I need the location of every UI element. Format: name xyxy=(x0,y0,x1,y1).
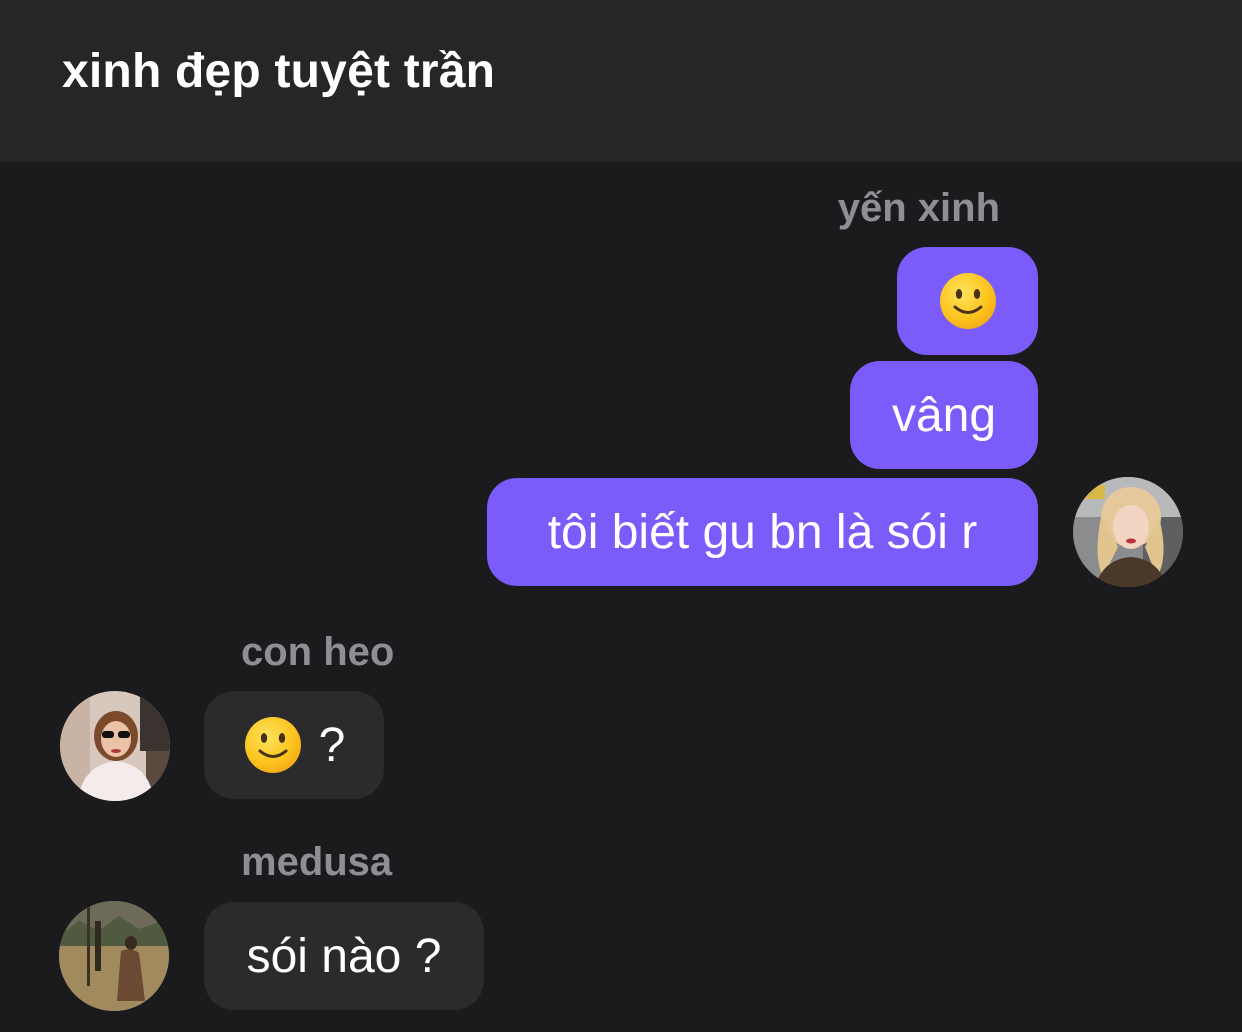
sender-name-medusa: medusa xyxy=(241,840,393,884)
message-bubble[interactable]: vâng xyxy=(850,361,1038,469)
message-bubble[interactable] xyxy=(897,247,1038,355)
chat-header: xinh đẹp tuyệt trần xyxy=(0,0,1242,162)
slightly-smiling-face-emoji xyxy=(243,715,303,775)
avatar-medusa[interactable] xyxy=(59,901,169,1011)
avatar-con-heo[interactable] xyxy=(60,691,170,801)
message-bubble[interactable]: ? xyxy=(204,691,384,799)
message-bubble[interactable]: sói nào ? xyxy=(204,902,484,1010)
slightly-smiling-face-emoji xyxy=(938,271,998,331)
message-text: ? xyxy=(318,718,346,772)
sender-name-con-heo: con heo xyxy=(241,630,395,674)
avatar-yen-xinh[interactable] xyxy=(1073,477,1183,587)
chat-title[interactable]: xinh đẹp tuyệt trần xyxy=(62,44,495,99)
message-bubble[interactable]: tôi biết gu bn là sói r xyxy=(487,478,1038,586)
sender-name-yen-xinh: yến xinh xyxy=(837,186,1000,230)
